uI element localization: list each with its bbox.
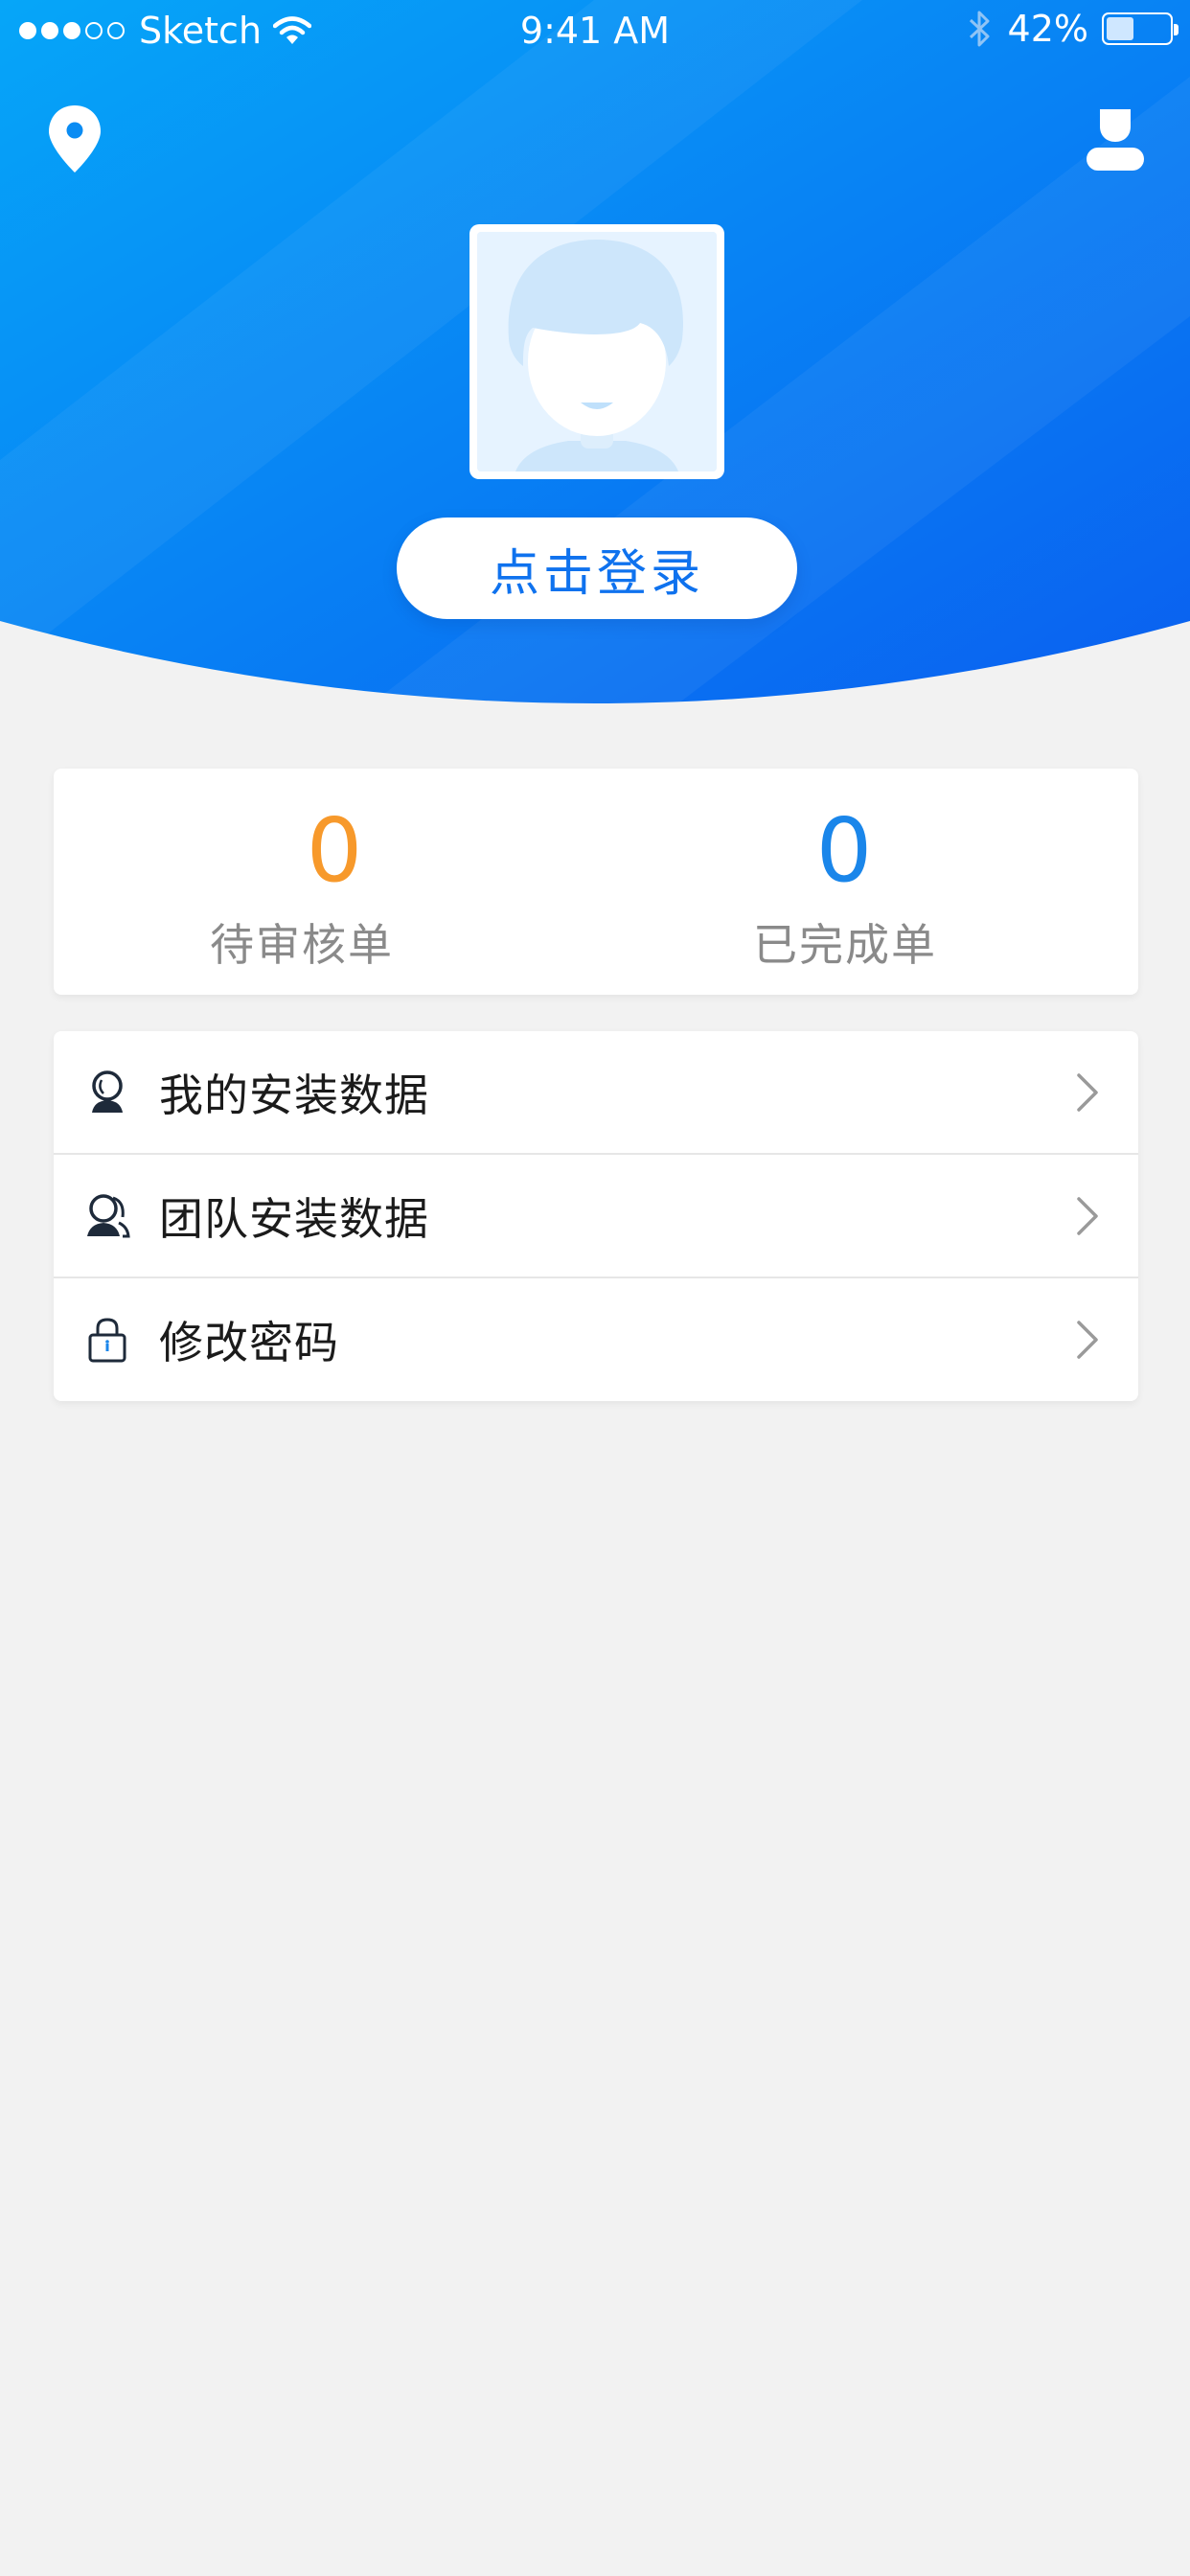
profile-header: Sketch 9:41 AM 42% 点击登录 — [0, 0, 1190, 709]
user-icon[interactable] — [1085, 105, 1146, 172]
completed-orders-count: 0 — [815, 799, 873, 902]
menu-item-change-password[interactable]: 修改密码 — [54, 1278, 1138, 1401]
menu-item-label: 我的安装数据 — [159, 1070, 429, 1121]
menu-item-label: 团队安装数据 — [159, 1193, 429, 1245]
lock-icon — [88, 1318, 126, 1363]
chevron-right-icon — [1077, 1197, 1098, 1235]
team-data-icon — [87, 1194, 130, 1238]
chevron-right-icon — [1077, 1073, 1098, 1112]
battery-percent: 42% — [1007, 8, 1088, 50]
chevron-right-icon — [1077, 1321, 1098, 1359]
default-avatar-icon — [477, 232, 717, 472]
completed-orders-label: 已完成单 — [753, 919, 937, 971]
pending-orders-stat[interactable]: 0 待审核单 — [54, 769, 596, 995]
menu-item-label: 修改密码 — [159, 1317, 339, 1368]
battery-icon — [1102, 12, 1179, 45]
avatar[interactable] — [469, 224, 724, 479]
bluetooth-icon — [969, 11, 990, 47]
menu-item-my-install-data[interactable]: 我的安装数据 — [54, 1031, 1138, 1154]
login-button[interactable]: 点击登录 — [397, 518, 797, 619]
personal-data-icon — [92, 1070, 123, 1113]
pending-orders-count: 0 — [306, 799, 363, 902]
settings-menu: 我的安装数据 团队安装数据 修改密码 — [54, 1031, 1138, 1401]
menu-item-team-install-data[interactable]: 团队安装数据 — [54, 1155, 1138, 1277]
pending-orders-label: 待审核单 — [210, 919, 394, 971]
location-pin-icon[interactable] — [46, 104, 103, 174]
order-stats-card: 0 待审核单 0 已完成单 — [54, 769, 1138, 995]
completed-orders-stat[interactable]: 0 已完成单 — [596, 769, 1138, 995]
status-bar: Sketch 9:41 AM 42% — [0, 0, 1190, 67]
